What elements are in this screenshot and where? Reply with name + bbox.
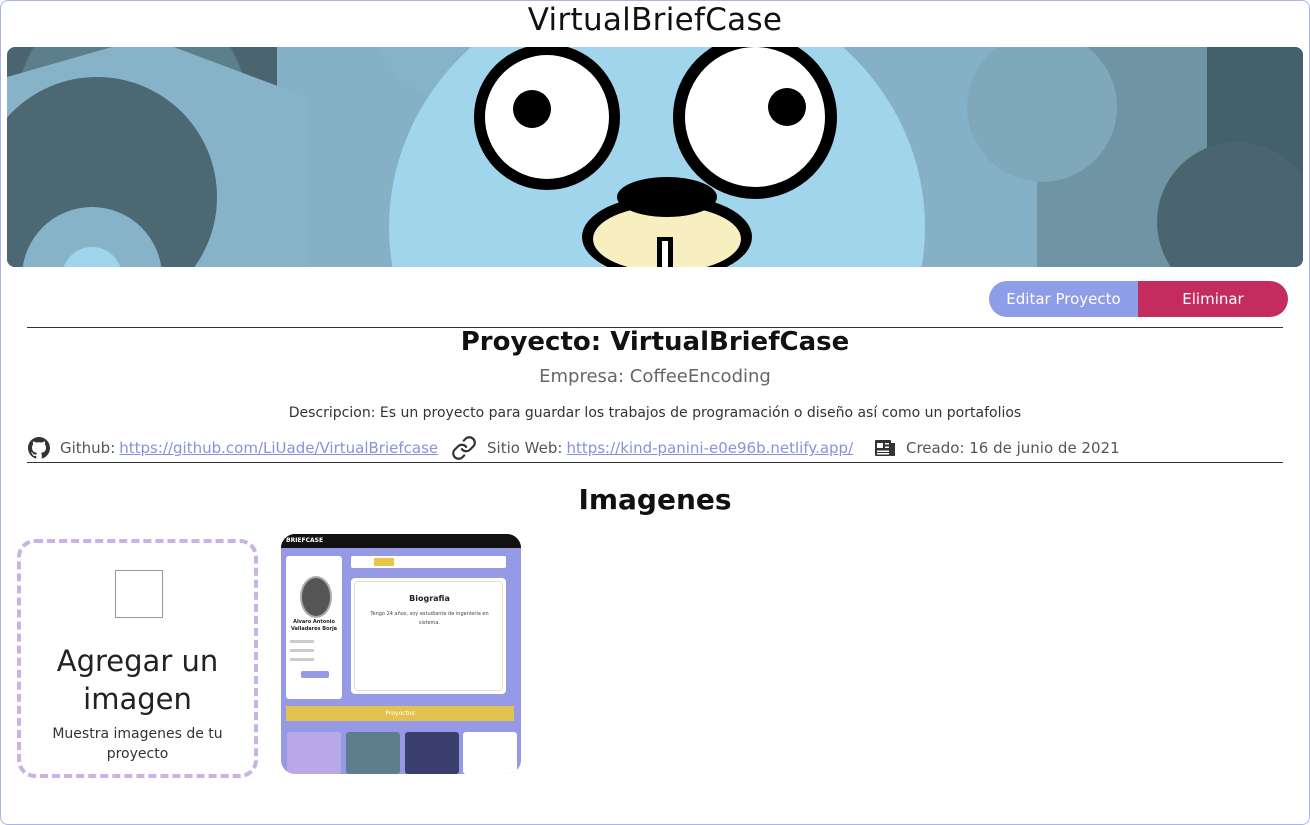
- github-link[interactable]: https://github.com/LiUade/VirtualBriefca…: [119, 439, 438, 457]
- image-placeholder-icon: [115, 570, 163, 618]
- divider-bottom: [27, 462, 1283, 463]
- thumb-add-card: [463, 732, 517, 774]
- github-icon: [28, 437, 50, 459]
- thumb-bio-title: Biografia: [409, 594, 450, 603]
- thumb-project-card: [346, 732, 400, 774]
- created-meta: Creado: 16 de junio de 2021: [874, 437, 1120, 459]
- thumb-info-line: [290, 658, 314, 661]
- edit-project-button[interactable]: Editar Proyecto: [989, 281, 1138, 317]
- banner-image: [7, 47, 1303, 267]
- thumb-profile-button: [301, 671, 329, 678]
- thumb-project-card: [287, 732, 341, 774]
- link-icon: [451, 435, 477, 461]
- created-date: Creado: 16 de junio de 2021: [906, 439, 1120, 457]
- thumb-bio-inner: Biografia Tengo 24 años, soy estudiante …: [354, 581, 503, 691]
- delete-project-button[interactable]: Eliminar: [1138, 281, 1288, 317]
- project-image-thumbnail[interactable]: BRIEFCASE Alvaro Antonio Valladares Borj…: [281, 534, 521, 774]
- thumb-avatar: [300, 576, 332, 618]
- images-section-title: Imagenes: [578, 483, 732, 516]
- thumb-tabs: [351, 556, 506, 568]
- project-description: Descripcion: Es un proyecto para guardar…: [288, 405, 1022, 421]
- add-image-subtitle: Muestra imagenes de tu proyecto: [52, 726, 223, 762]
- project-company: Empresa: CoffeeEncoding: [539, 366, 771, 387]
- thumb-info-line: [290, 640, 314, 643]
- thumb-info-line: [290, 649, 314, 652]
- thumb-profile-card: Alvaro Antonio Valladares Borja: [286, 556, 342, 699]
- website-meta: Sitio Web: https://kind-panini-e0e96b.ne…: [451, 435, 853, 461]
- thumb-tab-active: [374, 558, 394, 566]
- thumb-project-card: [405, 732, 459, 774]
- project-actions: Editar Proyecto Eliminar: [989, 281, 1288, 317]
- website-link[interactable]: https://kind-panini-e0e96b.netlify.app/: [566, 439, 853, 457]
- github-label: Github:: [60, 439, 116, 457]
- thumb-bio-text: Tengo 24 años, soy estudiante de ingenie…: [370, 611, 489, 626]
- add-image-title: Agregar un imagen: [56, 644, 219, 716]
- project-title: Proyecto: VirtualBriefCase: [460, 327, 850, 357]
- add-image-card[interactable]: Agregar un imagen Muestra imagenes de tu…: [17, 539, 258, 778]
- thumb-bio-panel: Biografia Tengo 24 años, soy estudiante …: [351, 578, 506, 694]
- thumb-projects-bar: Proyectos: [286, 706, 514, 721]
- page-title: VirtualBriefCase: [527, 2, 783, 38]
- thumb-logo: BRIEFCASE: [286, 537, 324, 544]
- github-meta: Github: https://github.com/LiUade/Virtua…: [28, 437, 438, 459]
- thumb-navbar: BRIEFCASE: [281, 534, 521, 548]
- website-label: Sitio Web:: [487, 439, 563, 457]
- thumb-projects-label: Proyectos: [385, 710, 415, 717]
- thumb-name: Alvaro Antonio Valladares Borja: [290, 619, 338, 632]
- newspaper-icon: [874, 438, 896, 458]
